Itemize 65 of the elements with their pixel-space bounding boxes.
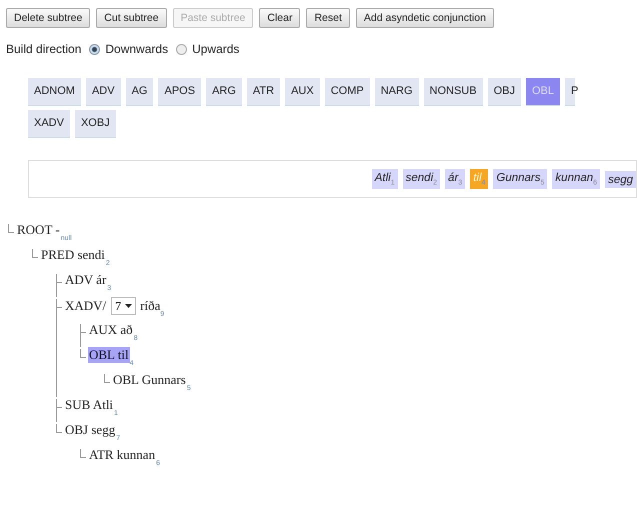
relation-tag[interactable]: ADV <box>86 78 121 106</box>
relation-tag[interactable]: OBJ <box>488 78 521 106</box>
word-token[interactable]: Gunnars$_{5}$ <box>493 169 548 189</box>
word-token[interactable]: kunnan$_{6}$ <box>552 169 600 189</box>
tree-connector <box>56 424 62 433</box>
word-index: 2 <box>106 260 110 267</box>
tree-node-label[interactable]: ATR kunnan <box>88 447 156 463</box>
tree-node-label[interactable]: SUB Atli <box>64 397 114 413</box>
caret-icon <box>125 304 132 308</box>
tree-node-label[interactable]: ROOT - <box>16 222 61 238</box>
tree-node-label[interactable]: ADV ár <box>64 272 108 288</box>
tree-node-label[interactable]: PRED sendi <box>40 247 106 263</box>
toolbar-button[interactable]: Add asyndetic conjunction <box>356 8 494 28</box>
tree-line <box>80 333 81 347</box>
tree-connector <box>80 349 86 358</box>
relation-tag[interactable]: XADV <box>28 110 70 138</box>
tree-connector <box>32 249 38 258</box>
relation-tag[interactable]: NONSUB <box>424 78 483 106</box>
tree-node-label[interactable]: OBL Gunnars <box>112 372 187 388</box>
tree-connector <box>80 324 86 333</box>
word-index: 3 <box>107 285 112 292</box>
relation-tag[interactable]: APOS <box>158 78 202 106</box>
tree-connector <box>104 374 110 383</box>
tree-connector <box>56 299 62 308</box>
word-index: 7 <box>116 435 120 442</box>
tree-connector <box>8 224 14 233</box>
word-index: 1 <box>114 410 118 417</box>
relation-tag[interactable]: AUX <box>285 78 320 106</box>
relation-tag[interactable]: ADNOM <box>28 78 81 106</box>
toolbar-button[interactable]: Reset <box>306 8 350 28</box>
relation-tag[interactable]: NARG <box>374 78 418 106</box>
build-direction-label: Build direction <box>6 42 82 56</box>
relation-tag[interactable]: COMP <box>324 78 370 106</box>
toolbar-button[interactable]: Cut subtree <box>96 8 167 28</box>
word-index: 4 <box>130 360 134 367</box>
word-token[interactable]: segg <box>605 170 636 188</box>
tree-node-label[interactable]: OBJ segg <box>64 422 116 438</box>
tree-connector <box>56 399 62 408</box>
word-token[interactable]: ár$_{3}$ <box>445 169 466 189</box>
tree-node-word: ríða <box>140 298 160 314</box>
tree-node-label[interactable]: OBL til <box>88 347 130 363</box>
tree-line <box>56 408 57 422</box>
tree-connector <box>80 449 86 458</box>
word-index: 9 <box>160 310 164 318</box>
word-index: 8 <box>134 335 138 342</box>
word-token[interactable]: Atli$_{1}$ <box>372 169 398 189</box>
number-dropdown[interactable]: 7 <box>111 297 136 315</box>
word-token[interactable]: sendi$_{2}$ <box>402 169 440 189</box>
relation-tag[interactable]: ATR <box>246 78 280 106</box>
toolbar-button[interactable]: Delete subtree <box>6 8 90 28</box>
tree-connector <box>56 274 62 283</box>
relation-tag[interactable]: XOBJ <box>74 110 116 138</box>
relation-tag[interactable]: ARG <box>206 78 242 106</box>
tree-node-label[interactable]: AUX að <box>88 322 134 338</box>
tree-node-label[interactable]: XADV/ <box>64 298 108 314</box>
radio-label[interactable]: Upwards <box>192 42 240 56</box>
radio-button[interactable] <box>176 44 188 54</box>
relation-tag[interactable]: AG <box>126 78 154 106</box>
toolbar-button[interactable]: Clear <box>259 8 300 28</box>
tree-line <box>56 283 57 297</box>
word-index: null <box>60 235 72 242</box>
radio-button[interactable] <box>89 44 100 54</box>
word-index: 6 <box>156 460 160 467</box>
radio-label[interactable]: Downwards <box>105 42 168 56</box>
word-index: 5 <box>186 385 191 392</box>
